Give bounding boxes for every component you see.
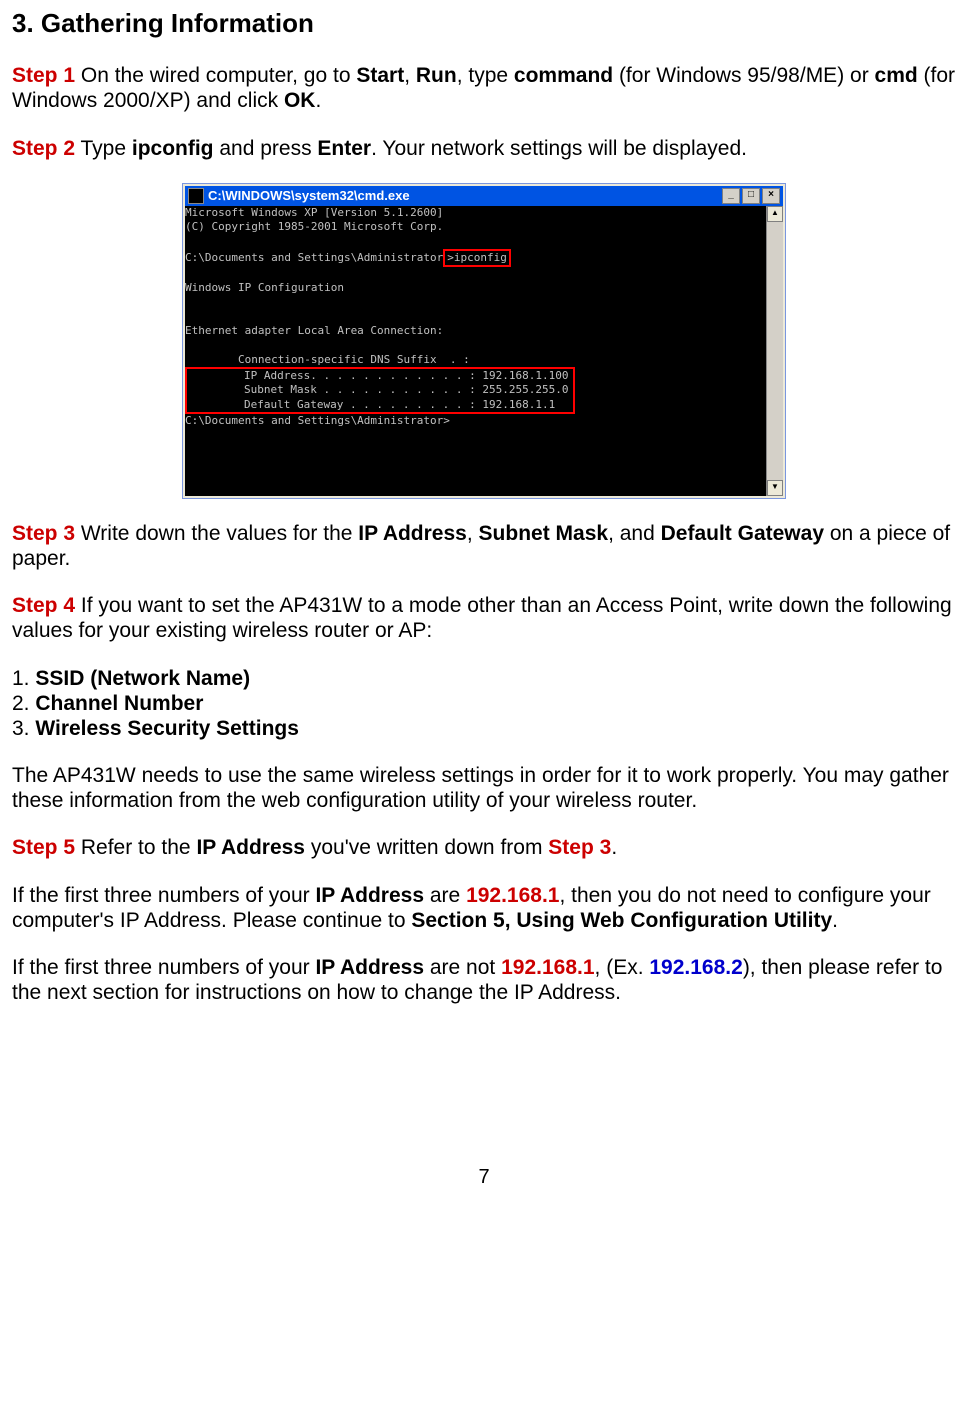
step3-label: Step 3 [12,522,75,545]
cmd-titlebar: C:\WINDOWS\system32\cmd.exe _ □ × [185,186,783,206]
section-heading: 3. Gathering Information [12,8,956,39]
step1-label: Step 1 [12,64,75,87]
cmd-line: (C) Copyright 1985-2001 Microsoft Corp. [185,220,443,233]
bold: Wireless Security Settings [35,717,299,740]
text: On the wired computer, go to [75,64,356,87]
maximize-button: □ [742,188,760,204]
cmd-prompt: C:\Documents and Settings\Administrator> [185,414,450,427]
text: and press [214,137,318,160]
cmd-title: C:\WINDOWS\system32\cmd.exe [208,188,722,204]
bold: Enter [317,137,371,160]
paragraph: The AP431W needs to use the same wireles… [12,763,956,813]
paragraph: If the first three numbers of your IP Ad… [12,955,956,1005]
text: If the first three numbers of your [12,884,315,907]
text: are [424,884,466,907]
step3-paragraph: Step 3 Write down the values for the IP … [12,521,956,571]
text: are not [424,956,501,979]
text: . [832,909,838,932]
bold: Start [356,64,404,87]
step5-paragraph: Step 5 Refer to the IP Address you've wr… [12,835,956,860]
bold: command [514,64,613,87]
text: , type [457,64,514,87]
bold: IP Address [315,884,424,907]
close-button: × [762,188,780,204]
cmd-line: Windows IP Configuration [185,281,344,294]
list-item: 3. Wireless Security Settings [12,716,956,741]
red-text: 192.168.1 [501,956,594,979]
minimize-button: _ [722,188,740,204]
cmd-window-buttons: _ □ × [722,188,780,204]
bold: Channel Number [35,692,203,715]
cmd-window-screenshot: C:\WINDOWS\system32\cmd.exe _ □ × Micros… [182,183,786,499]
step4-paragraph: Step 4 If you want to set the AP431W to … [12,593,956,643]
bold: IP Address [196,836,305,859]
cmd-prompt: C:\Documents and Settings\Administrator [185,251,443,264]
blue-text: 192.168.2 [649,956,742,979]
cmd-line: Ethernet adapter Local Area Connection: [185,324,443,337]
list-item: 2. Channel Number [12,691,956,716]
step4-label: Step 4 [12,594,75,617]
cmd-line: Default Gateway . . . . . . . . . : 192.… [191,398,555,411]
text: Type [75,137,132,160]
text: , (Ex. [595,956,650,979]
cmd-output: Microsoft Windows XP [Version 5.1.2600] … [185,206,766,496]
step2-label: Step 2 [12,137,75,160]
paragraph: If the first three numbers of your IP Ad… [12,883,956,933]
cmd-line: Subnet Mask . . . . . . . . . . . : 255.… [191,383,569,396]
list-item: 1. SSID (Network Name) [12,666,956,691]
bold: OK [284,89,316,112]
cmd-icon [188,188,204,204]
bold: IP Address [358,522,467,545]
bold: cmd [875,64,918,87]
bold: Run [416,64,457,87]
bold: Default Gateway [661,522,824,545]
cmd-line: IP Address. . . . . . . . . . . . : 192.… [191,369,569,382]
text: , and [608,522,661,545]
text: . Your network settings will be displaye… [371,137,747,160]
bold: IP Address [315,956,424,979]
cmd-line: Connection-specific DNS Suffix . : [185,353,470,366]
step1-paragraph: Step 1 On the wired computer, go to Star… [12,63,956,113]
bold: SSID (Network Name) [35,667,250,690]
text: 3. [12,717,35,740]
text: . [611,836,617,859]
bold: Subnet Mask [479,522,609,545]
bold: ipconfig [132,137,214,160]
text: If you want to set the AP431W to a mode … [12,594,952,642]
ip-settings-highlight: IP Address. . . . . . . . . . . . : 192.… [185,367,575,414]
text: , [404,64,416,87]
scroll-up-icon: ▲ [767,206,783,222]
step2-paragraph: Step 2 Type ipconfig and press Enter. Yo… [12,136,956,161]
text: Write down the values for the [75,522,358,545]
text: Refer to the [75,836,196,859]
text: 1. [12,667,35,690]
text: If the first three numbers of your [12,956,315,979]
ipconfig-highlight: >ipconfig [443,249,511,267]
text: 2. [12,692,35,715]
text: , [467,522,479,545]
cmd-line: Microsoft Windows XP [Version 5.1.2600] [185,206,443,219]
text: (for Windows 95/98/ME) or [613,64,874,87]
text: . [315,89,321,112]
scroll-down-icon: ▼ [767,480,783,496]
page-number: 7 [12,1165,956,1189]
cmd-scrollbar: ▲ ▼ [766,206,783,496]
bold: Section 5, Using Web Configuration Utili… [411,909,832,932]
red-text: 192.168.1 [466,884,559,907]
red-text: Step 3 [548,836,611,859]
text: you've written down from [305,836,548,859]
step5-label: Step 5 [12,836,75,859]
